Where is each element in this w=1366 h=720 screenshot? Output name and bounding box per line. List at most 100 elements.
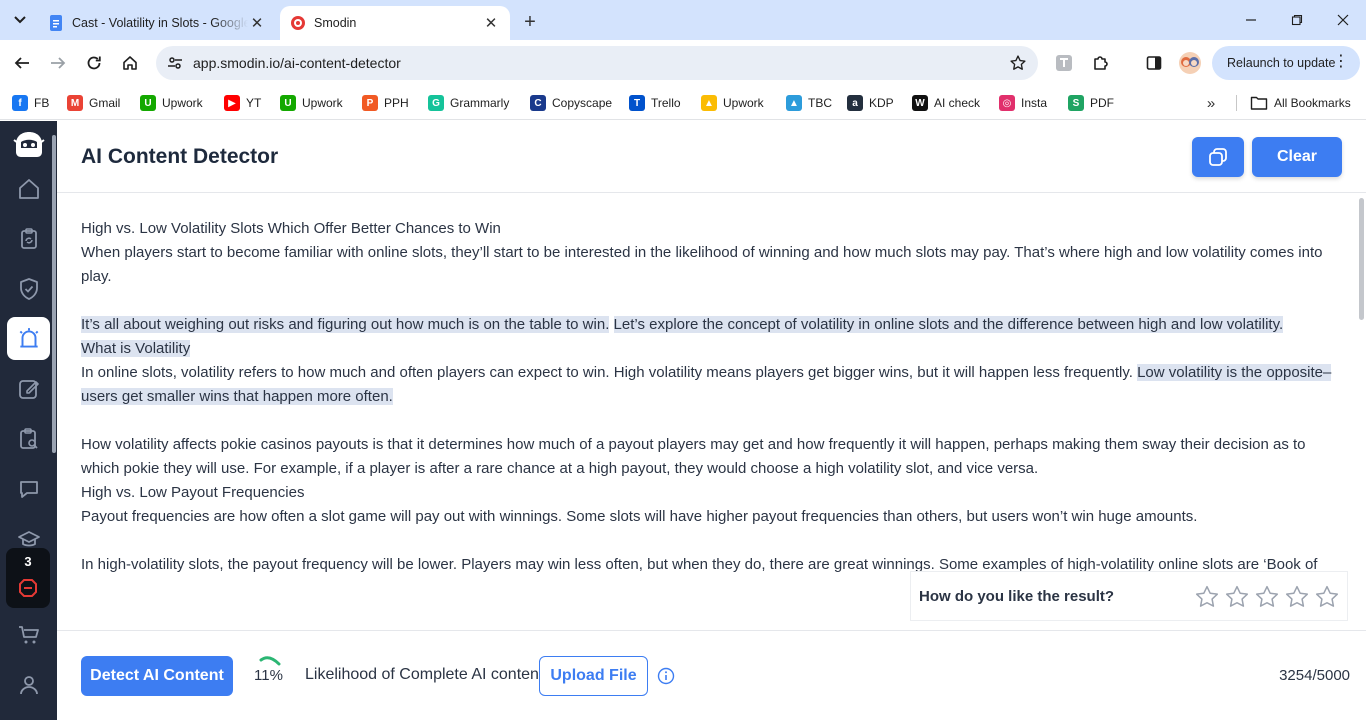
bookmark-copyscape[interactable]: C Copyscape: [530, 91, 612, 115]
bookmark-trello[interactable]: T Trello: [629, 91, 681, 115]
smodin-logo[interactable]: [7, 123, 50, 166]
editor-scrollbar[interactable]: [1359, 198, 1364, 320]
tab-title: Smodin: [314, 16, 357, 30]
back-button[interactable]: [8, 49, 36, 77]
extension-translate-icon[interactable]: [1051, 50, 1077, 76]
editor-content[interactable]: High vs. Low Volatility Slots Which Offe…: [81, 217, 1343, 577]
pdf-icon: S: [1068, 95, 1084, 111]
relaunch-label: Relaunch to update: [1227, 56, 1336, 70]
likelihood-label: Likelihood of Complete AI content: [305, 666, 544, 683]
restore-button[interactable]: [1274, 0, 1320, 40]
bookmark-ai-check[interactable]: W AI check: [912, 91, 980, 115]
home-button[interactable]: [116, 49, 144, 77]
text-editor[interactable]: High vs. Low Volatility Slots Which Offe…: [57, 194, 1366, 630]
close-window-button[interactable]: [1320, 0, 1366, 40]
chevron-down-icon: [14, 16, 26, 24]
bookmarks-bar: » All Bookmarks f FB M Gmail U Upwork ▶ YT U Upwo…: [0, 86, 1366, 120]
google-drive-icon: ▲: [701, 95, 717, 111]
text-line: High vs. Low Volatility Slots Which Offe…: [81, 220, 501, 237]
cart-icon: [18, 625, 39, 643]
bookmark-insta[interactable]: ◎ Insta: [999, 91, 1047, 115]
text-line: High vs. Low Payout Frequencies: [81, 484, 305, 501]
detect-ai-button[interactable]: Detect AI Content: [81, 656, 233, 696]
bookmark-label: Grammarly: [450, 96, 510, 110]
new-tab-button[interactable]: +: [518, 10, 542, 34]
sidebar-item-chat[interactable]: [7, 467, 50, 510]
sidebar-item-account[interactable]: [7, 663, 50, 706]
star-rating-icon[interactable]: [1252, 582, 1282, 612]
chat-bubble-icon: [19, 480, 38, 498]
reload-icon: [87, 56, 101, 70]
all-bookmarks-folder[interactable]: All Bookmarks: [1250, 91, 1351, 115]
ai-highlight: Let’s explore the concept of volatility …: [613, 316, 1284, 333]
user-icon: [19, 675, 38, 694]
sidebar-item-home[interactable]: [7, 167, 50, 210]
close-tab-icon[interactable]: ✕: [248, 14, 266, 32]
star-rating-icon[interactable]: [1312, 582, 1342, 612]
bookmark-grammarly[interactable]: G Grammarly: [428, 91, 509, 115]
character-count: 3254/5000: [1279, 667, 1350, 684]
browser-toolbar: app.smodin.io/ai-content-detector Relaun…: [0, 40, 1366, 86]
bookmark-label: YT: [246, 96, 262, 110]
address-bar[interactable]: app.smodin.io/ai-content-detector: [156, 46, 1038, 80]
bookmark-kdp[interactable]: a KDP: [847, 91, 894, 115]
bookmark-upwork[interactable]: ▲ Upwork: [701, 91, 764, 115]
profile-avatar[interactable]: [1177, 50, 1203, 76]
bookmark-label: TBC: [808, 96, 832, 110]
site-info-icon[interactable]: [160, 46, 190, 80]
bookmark-upwork[interactable]: U Upwork: [140, 91, 203, 115]
arrow-left-icon: [14, 57, 29, 69]
tab-smodin[interactable]: Smodin ✕: [280, 6, 510, 40]
sidebar-item-ai-detector[interactable]: [7, 317, 50, 360]
rating-stars: [1192, 582, 1342, 612]
sidebar-item-writer[interactable]: [7, 367, 50, 410]
bookmark-star-icon[interactable]: [1008, 53, 1028, 73]
star-rating-icon[interactable]: [1282, 582, 1312, 612]
tab-google-docs[interactable]: Cast - Volatility in Slots - Google Docs…: [38, 6, 276, 40]
bookmark-pph[interactable]: P PPH: [362, 91, 409, 115]
sidebar-item-cart[interactable]: [7, 613, 50, 656]
star-rating-icon[interactable]: [1222, 582, 1252, 612]
restore-icon: [1291, 14, 1303, 26]
tab-title: Cast - Volatility in Slots - Google Docs: [72, 16, 248, 30]
more-menu-icon[interactable]: ⋮: [1333, 54, 1349, 70]
smodin-logo-icon: [12, 131, 45, 157]
relaunch-button[interactable]: Relaunch to update ⋮: [1212, 46, 1360, 80]
bookmark-label: Insta: [1021, 96, 1048, 110]
bookmark-gmail[interactable]: M Gmail: [67, 91, 120, 115]
close-tab-icon[interactable]: ✕: [482, 14, 500, 32]
reload-button[interactable]: [80, 49, 108, 77]
arrow-right-icon: [51, 57, 66, 69]
bookmark-label: FB: [34, 96, 50, 110]
copyscape-icon: C: [530, 95, 546, 111]
bookmark-pdf[interactable]: S PDF: [1068, 91, 1114, 115]
bookmark-tbc[interactable]: ▲ TBC: [786, 91, 832, 115]
minimize-button[interactable]: [1228, 0, 1274, 40]
sidebar-scrollbar[interactable]: [52, 135, 56, 453]
bookmark-upwork[interactable]: U Upwork: [280, 91, 343, 115]
bookmark-fb[interactable]: f FB: [12, 91, 49, 115]
tab-search-button[interactable]: [6, 7, 34, 33]
bookmark-label: Upwork: [302, 96, 343, 110]
forward-button[interactable]: [44, 49, 72, 77]
alert-icon: [19, 579, 37, 597]
progress-arc: [259, 656, 281, 666]
star-rating-icon[interactable]: [1192, 582, 1222, 612]
sidebar-item-rewriter[interactable]: [7, 217, 50, 260]
sidebar-item-summarizer[interactable]: [7, 417, 50, 460]
pph-icon: P: [362, 95, 378, 111]
extensions-puzzle-icon[interactable]: [1088, 50, 1114, 76]
clear-button[interactable]: Clear: [1252, 137, 1342, 177]
text-line: When players start to become familiar wi…: [81, 244, 1323, 285]
page-title: AI Content Detector: [81, 145, 279, 168]
bookmark-yt[interactable]: ▶ YT: [224, 91, 261, 115]
more-bookmarks-icon[interactable]: »: [1200, 93, 1222, 113]
bookmark-label: PPH: [384, 96, 409, 110]
url-text: app.smodin.io/ai-content-detector: [193, 55, 401, 71]
sidebar-item-plagiarism[interactable]: [7, 267, 50, 310]
upload-file-button[interactable]: Upload File: [539, 656, 648, 696]
info-icon[interactable]: [657, 667, 675, 685]
copy-button[interactable]: [1192, 137, 1244, 177]
notification-badge[interactable]: 3: [6, 548, 50, 608]
side-panel-icon[interactable]: [1141, 50, 1167, 76]
